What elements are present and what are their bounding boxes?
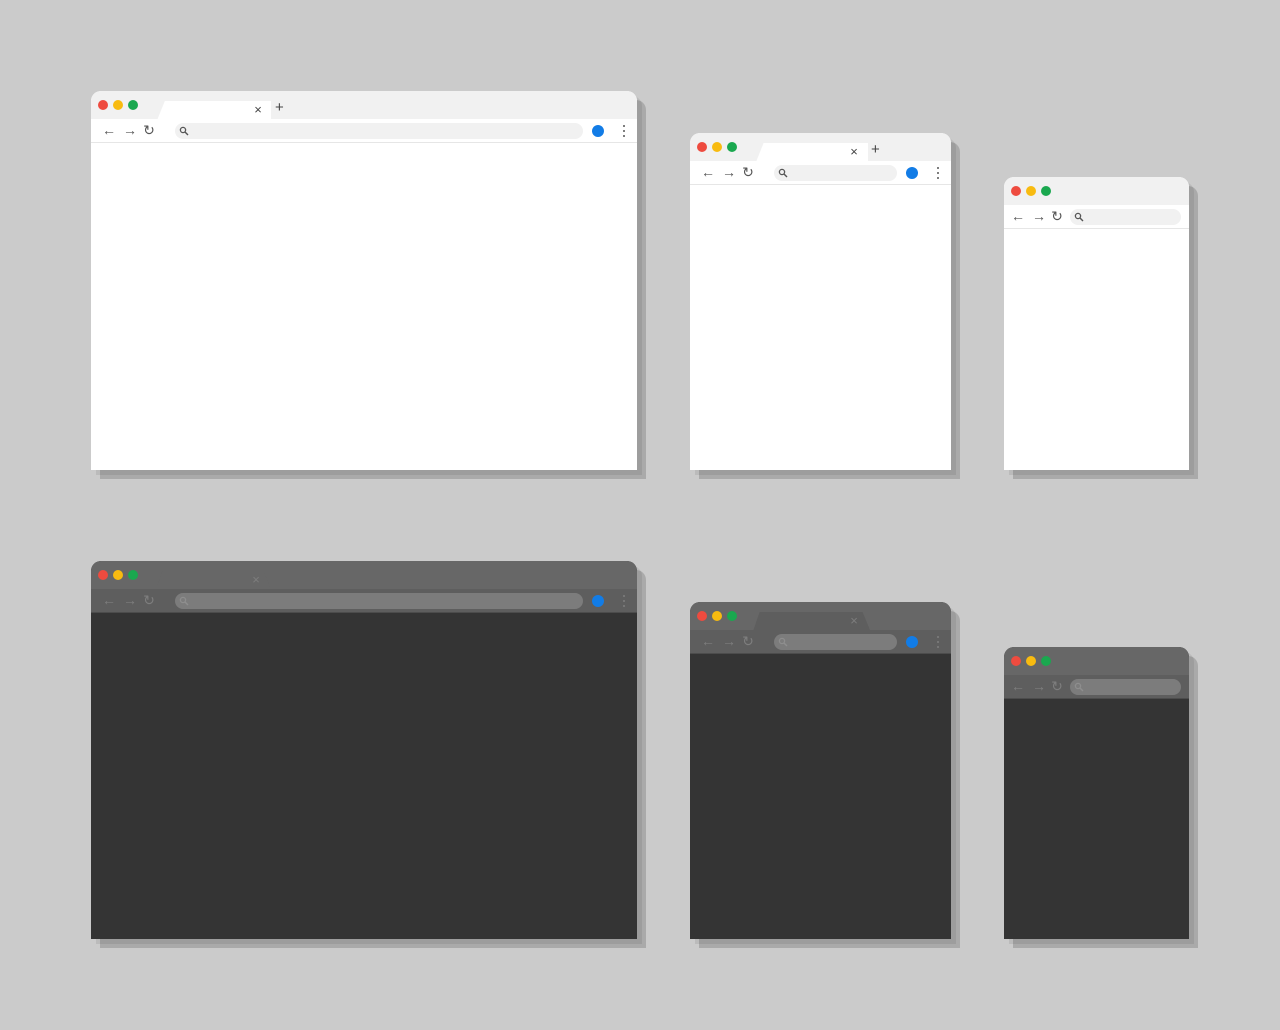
address-bar[interactable] xyxy=(175,123,583,139)
maximize-window-icon[interactable] xyxy=(128,100,138,110)
title-bar xyxy=(1004,177,1189,205)
close-window-icon[interactable] xyxy=(697,142,707,152)
browser-window-light-large: × + ← → ↻ xyxy=(91,91,637,470)
minimize-window-icon[interactable] xyxy=(1026,656,1036,666)
browser-window-light-small: ← → ↻ xyxy=(1004,177,1189,470)
back-icon[interactable]: ← xyxy=(1011,208,1025,225)
title-bar: × + xyxy=(690,133,951,161)
browser-window-dark-small: ← → ↻ xyxy=(1004,647,1189,939)
reload-icon[interactable]: ↻ xyxy=(142,122,156,139)
new-tab-icon[interactable]: + xyxy=(275,100,284,116)
browser-window-dark-medium: × ← → ↻ xyxy=(690,602,951,939)
window-controls xyxy=(697,142,737,152)
close-tab-icon[interactable]: × xyxy=(848,613,860,629)
forward-icon[interactable]: → xyxy=(722,164,736,181)
search-icon xyxy=(778,637,788,647)
toolbar: ← → ↻ xyxy=(1004,675,1189,699)
close-tab-icon[interactable]: × xyxy=(250,572,262,588)
maximize-window-icon[interactable] xyxy=(1041,656,1051,666)
address-bar[interactable] xyxy=(774,165,897,181)
reload-icon[interactable]: ↻ xyxy=(142,592,156,609)
browser-tab[interactable]: × xyxy=(748,143,868,161)
search-icon xyxy=(179,596,189,606)
browser-tab[interactable]: × xyxy=(149,571,271,589)
browser-window-light-medium: × + ← → ↻ xyxy=(690,133,951,470)
back-icon[interactable]: ← xyxy=(1011,678,1025,695)
window-controls xyxy=(1011,656,1051,666)
forward-icon[interactable]: → xyxy=(123,592,137,609)
toolbar: ← → ↻ xyxy=(690,161,951,185)
close-tab-icon[interactable]: × xyxy=(252,102,264,118)
kebab-menu-icon[interactable] xyxy=(936,636,940,648)
new-tab-icon[interactable]: + xyxy=(871,142,880,158)
maximize-window-icon[interactable] xyxy=(727,142,737,152)
minimize-window-icon[interactable] xyxy=(1026,186,1036,196)
kebab-menu-icon[interactable] xyxy=(936,167,940,179)
close-window-icon[interactable] xyxy=(98,570,108,580)
window-controls xyxy=(1011,186,1051,196)
page-viewport xyxy=(1004,229,1189,470)
minimize-window-icon[interactable] xyxy=(113,100,123,110)
close-window-icon[interactable] xyxy=(697,611,707,621)
page-viewport xyxy=(690,654,951,939)
close-tab-icon[interactable]: × xyxy=(848,144,860,160)
profile-avatar-icon[interactable] xyxy=(592,595,604,607)
back-icon[interactable]: ← xyxy=(701,633,715,650)
forward-icon[interactable]: → xyxy=(123,122,137,139)
window-controls xyxy=(697,611,737,621)
page-viewport xyxy=(91,613,637,939)
search-icon xyxy=(1074,682,1084,692)
minimize-window-icon[interactable] xyxy=(712,611,722,621)
forward-icon[interactable]: → xyxy=(722,633,736,650)
search-icon xyxy=(778,168,788,178)
page-viewport xyxy=(1004,699,1189,939)
toolbar: ← → ↻ xyxy=(690,630,951,654)
minimize-window-icon[interactable] xyxy=(113,570,123,580)
address-bar[interactable] xyxy=(175,593,583,609)
back-icon[interactable]: ← xyxy=(102,122,116,139)
toolbar: ← → ↻ xyxy=(91,119,637,143)
browser-tab[interactable]: × xyxy=(746,612,870,630)
reload-icon[interactable]: ↻ xyxy=(1050,678,1064,695)
minimize-window-icon[interactable] xyxy=(712,142,722,152)
maximize-window-icon[interactable] xyxy=(1041,186,1051,196)
address-bar[interactable] xyxy=(774,634,897,650)
toolbar: ← → ↻ xyxy=(1004,205,1189,229)
forward-icon[interactable]: → xyxy=(1032,678,1046,695)
address-bar[interactable] xyxy=(1070,209,1181,225)
browser-tab[interactable]: × xyxy=(149,101,271,119)
back-icon[interactable]: ← xyxy=(102,592,116,609)
back-icon[interactable]: ← xyxy=(701,164,715,181)
page-viewport xyxy=(91,143,637,470)
close-window-icon[interactable] xyxy=(1011,186,1021,196)
maximize-window-icon[interactable] xyxy=(128,570,138,580)
page-viewport xyxy=(690,185,951,470)
search-icon xyxy=(179,126,189,136)
kebab-menu-icon[interactable] xyxy=(622,125,626,137)
window-controls xyxy=(98,100,138,110)
maximize-window-icon[interactable] xyxy=(727,611,737,621)
title-bar: × xyxy=(91,561,637,589)
profile-avatar-icon[interactable] xyxy=(592,125,604,137)
forward-icon[interactable]: → xyxy=(1032,208,1046,225)
close-window-icon[interactable] xyxy=(98,100,108,110)
toolbar: ← → ↻ xyxy=(91,589,637,613)
mockup-canvas: × + ← → ↻ × + ← → ↻ ← → ↻ × ← → ↻ × ← → … xyxy=(0,0,1280,1030)
close-window-icon[interactable] xyxy=(1011,656,1021,666)
reload-icon[interactable]: ↻ xyxy=(741,633,755,650)
title-bar xyxy=(1004,647,1189,675)
address-bar[interactable] xyxy=(1070,679,1181,695)
title-bar: × xyxy=(690,602,951,630)
reload-icon[interactable]: ↻ xyxy=(741,164,755,181)
profile-avatar-icon[interactable] xyxy=(906,167,918,179)
kebab-menu-icon[interactable] xyxy=(622,595,626,607)
window-controls xyxy=(98,570,138,580)
profile-avatar-icon[interactable] xyxy=(906,636,918,648)
browser-window-dark-large: × ← → ↻ xyxy=(91,561,637,939)
title-bar: × + xyxy=(91,91,637,119)
reload-icon[interactable]: ↻ xyxy=(1050,208,1064,225)
search-icon xyxy=(1074,212,1084,222)
